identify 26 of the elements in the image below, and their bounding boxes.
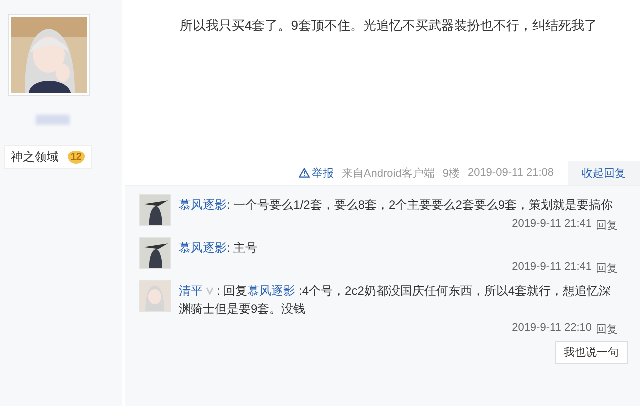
post-source: 来自Android客户端 [342,166,435,180]
blurred-name [36,115,70,125]
warning-icon [298,168,310,178]
username-link[interactable]: 慕风逐影 [248,284,296,298]
badge-title: 神之领域 [11,148,59,166]
member-icon [206,287,214,295]
reply-button[interactable]: 我也说一句 [555,341,628,364]
reply-time: 2019-9-11 21:41 [512,261,592,275]
forum-badge[interactable]: 神之领域 12 [4,145,92,169]
username-link[interactable]: 慕风逐影 [179,241,227,255]
post-text: 所以我只买4套了。9套顶不住。光追忆不买武器装扮也不行，纠结死我了 [180,17,598,35]
username-link[interactable]: 清平 [179,284,203,298]
reply-link[interactable]: 回复 [596,261,618,276]
floor-number: 9楼 [442,166,460,180]
reply-text: 慕风逐影: 一个号要么1/2套，要么8套，2个主要要么2套要么9套，策划就是要搞你 [179,197,614,214]
reply-time: 2019-9-11 21:41 [512,218,592,232]
post-time: 2019-09-11 21:08 [468,167,554,179]
reply-link[interactable]: 回复 [596,322,618,337]
reply-text: 慕风逐影: 主号 [179,240,259,257]
collapse-replies-button[interactable]: 收起回复 [568,161,640,185]
report-link[interactable]: 举报 [298,166,334,180]
username-link[interactable]: 慕风逐影 [179,198,227,212]
level-badge: 12 [68,150,85,164]
reply-time: 2019-9-11 22:10 [512,322,592,336]
reply-link[interactable]: 回复 [596,218,618,233]
reply-text: 清平 : 回复慕风逐影 :4个号，2c2奶都没国庆任何东西，所以4套就行，想追忆深渊骑士但是要9套。没钱 [179,283,612,318]
